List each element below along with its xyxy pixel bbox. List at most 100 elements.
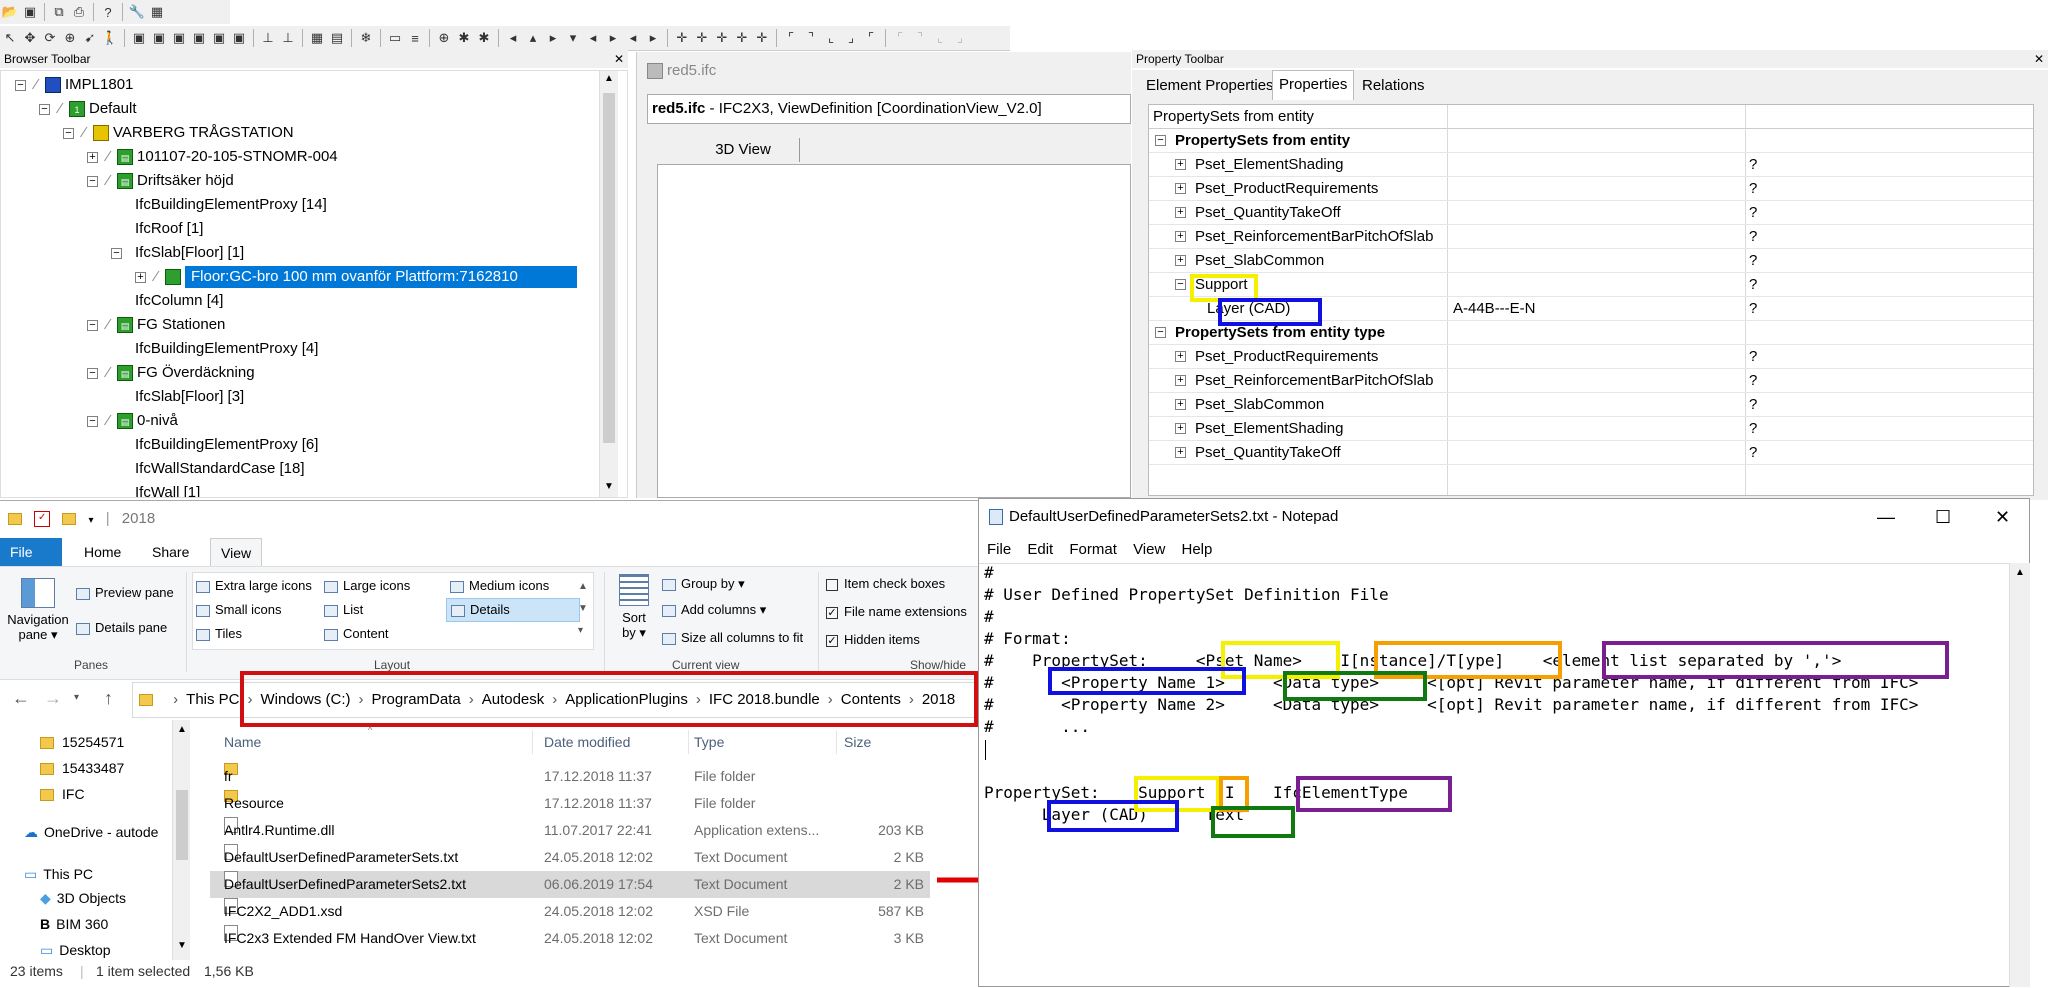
tree-item[interactable]: ⁄ VARBERG TRÅGSTATION — [83, 121, 294, 145]
scroll-thumb[interactable] — [603, 93, 615, 443]
recent-dropdown-icon[interactable]: ▾ — [74, 692, 79, 703]
expand-icon[interactable]: + — [135, 272, 146, 283]
navigation-pane-button[interactable]: Navigation pane ▾ — [6, 574, 70, 654]
collapse-icon[interactable]: − — [1155, 327, 1166, 338]
expand-icon[interactable]: + — [1175, 255, 1186, 266]
arrow-icon[interactable]: ▸ — [544, 29, 562, 47]
checkbox-checked[interactable]: ✓ — [826, 606, 838, 619]
property-name-cell[interactable]: Pset_ProductRequirements — [1195, 177, 1378, 201]
checkbox-icon[interactable]: ✓ — [34, 511, 51, 528]
expand-icon[interactable]: + — [87, 152, 98, 163]
pan-icon[interactable]: ✥ — [21, 29, 39, 47]
zoom-icon[interactable]: ⊕ — [61, 29, 79, 47]
tree-item[interactable]: ⁄ ▤ Driftsäker höjd — [107, 169, 234, 193]
tree-item[interactable]: IfcBuildingElementProxy [4] — [135, 337, 318, 361]
menu-view[interactable]: View — [1133, 541, 1165, 558]
add-columns-button[interactable]: Add columns ▾ — [662, 600, 766, 620]
expand-icon[interactable]: + — [1175, 183, 1186, 194]
scroll-down-icon[interactable]: ▼ — [177, 940, 187, 951]
tab-properties[interactable]: Properties — [1272, 70, 1355, 100]
property-name-cell[interactable]: Pset_ElementShading — [1195, 153, 1343, 177]
file-row[interactable]: DefaultUserDefinedParameterSets.txt 24.05… — [210, 844, 930, 871]
nav-item[interactable]: ☁ OneDrive - autode — [24, 820, 158, 844]
column-type[interactable]: Type — [694, 730, 724, 754]
ribbon-tab-view[interactable]: View — [210, 538, 263, 566]
settings-wrench-icon[interactable]: 🔧 — [128, 3, 146, 21]
visibility-toggle-icon[interactable]: ⁄ — [107, 361, 117, 385]
close-icon[interactable]: ✕ — [1995, 499, 2010, 535]
nav-item[interactable]: IFC — [40, 782, 85, 806]
property-name-cell[interactable]: Pset_ReinforcementBarPitchOfSlab — [1195, 369, 1433, 393]
tree-item[interactable]: IfcWall [1] — [135, 481, 200, 497]
view-cube-icon[interactable]: ▣ — [130, 29, 148, 47]
nav-item[interactable]: ▭ This PC — [24, 862, 93, 886]
visibility-toggle-icon[interactable]: ⁄ — [107, 145, 117, 169]
chevron-right-icon[interactable]: › — [173, 691, 178, 708]
layout-scroll-icon[interactable]: ▲ ▼ ▾ — [578, 576, 588, 642]
tree-scrollbar[interactable]: ▲ ▼ — [599, 71, 618, 497]
view-cube-icon[interactable]: ▣ — [190, 29, 208, 47]
tree-item[interactable]: IfcSlab[Floor] [1] — [135, 241, 244, 265]
expand-icon[interactable]: + — [1175, 423, 1186, 434]
file-row[interactable]: DefaultUserDefinedParameterSets2.txt 06.0… — [210, 871, 930, 898]
snowflake-icon[interactable]: ❄ — [357, 29, 375, 47]
expand-icon[interactable]: + — [1175, 399, 1186, 410]
visibility-toggle-icon[interactable]: ⁄ — [107, 409, 117, 433]
copy-icon[interactable]: ⧉ — [50, 3, 68, 21]
axis-icon[interactable]: ⊥ — [259, 29, 277, 47]
layout-content[interactable]: Content — [324, 624, 389, 644]
breadcrumb-item[interactable]: This PC — [186, 691, 239, 708]
sort-by-button[interactable]: Sort by ▾ — [612, 574, 656, 641]
property-name-cell[interactable]: Pset_ProductRequirements — [1195, 345, 1378, 369]
collapse-icon[interactable]: − — [1155, 135, 1166, 146]
arrow-icon[interactable]: ▴ — [524, 29, 542, 47]
viewer-tab[interactable]: red5.ifc — [647, 62, 716, 80]
arrow-icon[interactable]: ▸ — [644, 29, 662, 47]
view-cube-icon[interactable]: ▣ — [230, 29, 248, 47]
tree-item[interactable]: ⁄ ▤ FG Stationen — [107, 313, 225, 337]
menu-file[interactable]: File — [987, 541, 1011, 558]
layout-tiles[interactable]: Tiles — [196, 624, 242, 644]
hidden-items-toggle[interactable]: ✓ Hidden items — [826, 630, 920, 650]
ribbon-tab-home[interactable]: Home — [74, 538, 131, 566]
menu-help[interactable]: Help — [1181, 541, 1212, 558]
measure-icon[interactable]: ▭ — [386, 29, 404, 47]
expand-icon[interactable]: + — [1175, 207, 1186, 218]
tree-item[interactable]: IfcSlab[Floor] [3] — [135, 385, 244, 409]
arrow-icon[interactable]: ◂ — [584, 29, 602, 47]
rotate-icon[interactable]: ⟳ — [41, 29, 59, 47]
visibility-toggle-icon[interactable]: ⁄ — [155, 265, 165, 289]
fly-icon[interactable]: ➹ — [81, 29, 99, 47]
scroll-up-icon[interactable]: ▲ — [177, 724, 187, 735]
move-icon[interactable]: ✛ — [733, 29, 751, 47]
file-row[interactable]: Antlr4.Runtime.dll 11.07.2017 22:41 Applic… — [210, 817, 930, 844]
open-icon[interactable]: 📂 — [1, 3, 19, 21]
corner-icon[interactable]: ⌜ — [862, 29, 880, 47]
notepad-scrollbar[interactable]: ▲ — [2009, 563, 2030, 987]
column-size[interactable]: Size — [844, 730, 871, 754]
checkbox[interactable] — [826, 578, 838, 591]
tree-item[interactable]: ⁄ ▤ 101107-20-105-STNOMR-004 — [107, 145, 338, 169]
visibility-toggle-icon[interactable]: ⁄ — [35, 73, 45, 97]
back-icon[interactable]: ← — [12, 688, 30, 709]
view-cube-icon[interactable]: ▣ — [170, 29, 188, 47]
tree-item[interactable]: IfcColumn [4] — [135, 289, 223, 313]
quick-access-dropdown-icon[interactable]: ▾ — [89, 515, 94, 526]
select-icon[interactable]: ↖ — [1, 29, 19, 47]
expand-icon[interactable]: + — [1175, 231, 1186, 242]
layout-list[interactable]: List — [324, 600, 363, 620]
visibility-toggle-icon[interactable]: ⁄ — [59, 97, 69, 121]
ribbon-tab-share[interactable]: Share — [142, 538, 199, 566]
tree-item[interactable]: ⁄ ▤ 0-nivå — [107, 409, 178, 433]
collapse-icon[interactable]: − — [39, 104, 50, 115]
layout-extra-large-icons[interactable]: Extra large icons — [196, 576, 312, 596]
property-name-cell[interactable]: Pset_SlabCommon — [1195, 249, 1324, 273]
view-cube-icon[interactable]: ▣ — [150, 29, 168, 47]
collapse-icon[interactable]: − — [87, 368, 98, 379]
corner-icon[interactable]: ⌞ — [822, 29, 840, 47]
tree-item[interactable]: IfcBuildingElementProxy [6] — [135, 433, 318, 457]
property-value-cell[interactable]: A-44B---E-N — [1453, 297, 1536, 321]
visibility-toggle-icon[interactable]: ⁄ — [83, 121, 93, 145]
collapse-icon[interactable]: − — [87, 320, 98, 331]
group-by-button[interactable]: Group by ▾ — [662, 574, 745, 594]
